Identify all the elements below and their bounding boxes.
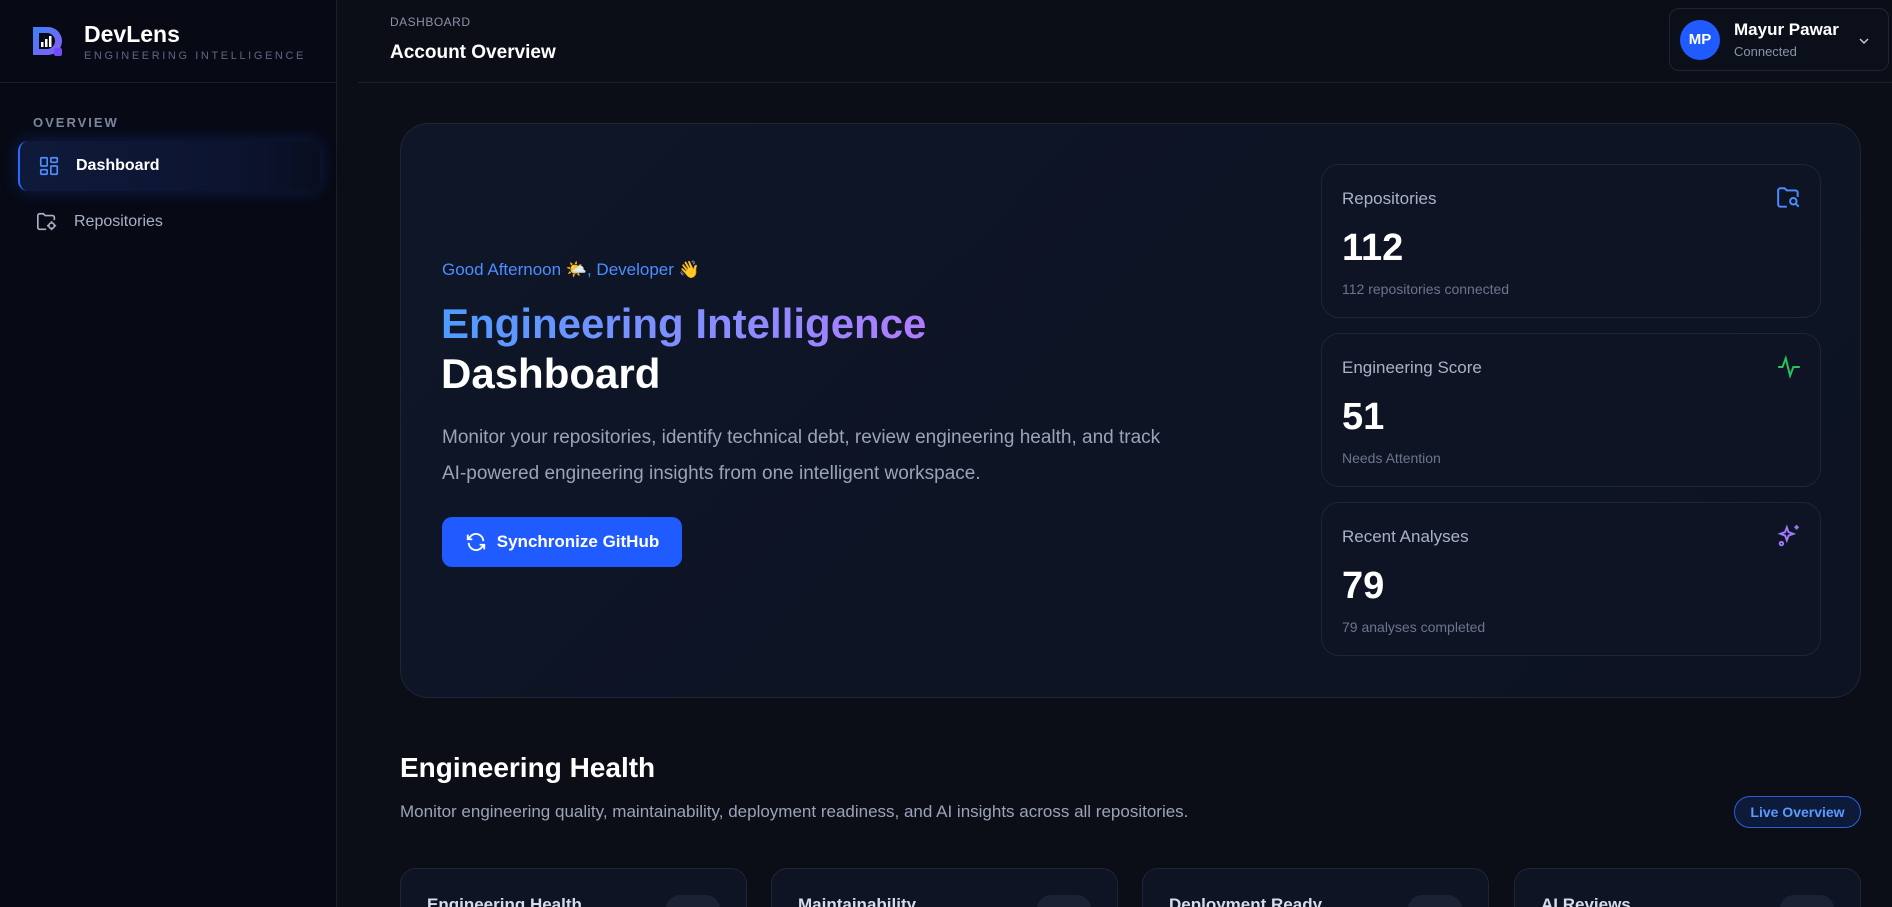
metric-label: Engineering Health (427, 895, 582, 907)
metric-label: Deployment Ready (1169, 895, 1323, 907)
sparkles-icon (1777, 524, 1799, 547)
live-overview-badge[interactable]: Live Overview (1734, 796, 1861, 828)
metric-card-maintainability[interactable]: Maintainability (771, 868, 1118, 907)
avatar: MP (1680, 19, 1720, 60)
stat-label: Recent Analyses (1342, 527, 1469, 546)
refresh-icon (466, 533, 485, 551)
metric-label: AI Reviews (1541, 895, 1631, 907)
stat-value: 79 (1342, 565, 1385, 607)
dashboard-grid-icon (39, 156, 59, 176)
page-title: Account Overview (390, 42, 556, 63)
metric-badge (1780, 895, 1834, 907)
metric-card-engineering-health[interactable]: Engineering Health (400, 868, 747, 907)
folder-git-icon (37, 212, 57, 231)
hero-title-highlight: Engineering Intelligence (441, 300, 927, 347)
metric-card-ai-reviews[interactable]: AI Reviews (1514, 868, 1861, 907)
stat-subtext: 79 analyses completed (1342, 619, 1486, 635)
metric-card-deployment-ready[interactable]: Deployment Ready (1142, 868, 1489, 907)
stat-value: 51 (1342, 396, 1385, 438)
top-header: DASHBOARD Account Overview MP Mayur Pawa… (358, 0, 1892, 83)
metric-badge (1037, 895, 1091, 907)
sidebar-item-dashboard[interactable]: Dashboard (18, 141, 320, 191)
stat-subtext: 112 repositories connected (1342, 281, 1510, 297)
sidebar-item-label: Dashboard (76, 157, 160, 174)
hero-description: Monitor your repositories, identify tech… (442, 427, 1161, 484)
sidebar: DevLens ENGINEERING INTELLIGENCE OVERVIE… (0, 0, 337, 907)
folder-search-icon (1777, 187, 1800, 208)
sidebar-item-label: Repositories (74, 213, 163, 230)
hero-title: Dashboard (441, 350, 661, 397)
section-description: Monitor engineering quality, maintainabi… (400, 802, 1189, 821)
activity-icon (1778, 355, 1800, 379)
sidebar-item-repositories[interactable]: Repositories (18, 197, 320, 247)
sync-label: Synchronize GitHub (496, 532, 660, 551)
stat-label: Repositories (1342, 189, 1437, 208)
greeting: Good Afternoon 🌤️, Developer 👋 (442, 260, 700, 279)
section-title-engineering-health: Engineering Health (400, 752, 656, 783)
nav-section-label: OVERVIEW (33, 115, 119, 130)
metric-badge (666, 895, 720, 907)
stat-subtext: Needs Attention (1342, 450, 1441, 466)
stat-card-repositories[interactable]: Repositories 112 112 repositories connec… (1321, 164, 1821, 318)
brand-name: DevLens (84, 20, 180, 47)
stat-card-engineering-score[interactable]: Engineering Score 51 Needs Attention (1321, 333, 1821, 487)
user-status: Connected (1734, 44, 1797, 59)
breadcrumb[interactable]: DASHBOARD (390, 15, 471, 29)
stat-value: 112 (1342, 227, 1404, 269)
brand-subtitle: ENGINEERING INTELLIGENCE (84, 49, 306, 62)
hero-panel: Good Afternoon 🌤️, Developer 👋 Engineeri… (400, 123, 1861, 698)
brand[interactable]: DevLens ENGINEERING INTELLIGENCE (0, 0, 336, 83)
metric-label: Maintainability (798, 895, 917, 907)
user-menu[interactable]: MP Mayur Pawar Connected (1669, 8, 1889, 71)
stat-card-recent-analyses[interactable]: Recent Analyses 79 79 analyses completed (1321, 502, 1821, 656)
devlens-logo-icon (33, 27, 62, 56)
user-name: Mayur Pawar (1734, 20, 1839, 39)
chevron-down-icon[interactable] (1856, 33, 1872, 49)
synchronize-github-button[interactable]: Synchronize GitHub (442, 517, 682, 567)
stat-label: Engineering Score (1342, 358, 1482, 377)
metric-badge (1408, 895, 1462, 907)
